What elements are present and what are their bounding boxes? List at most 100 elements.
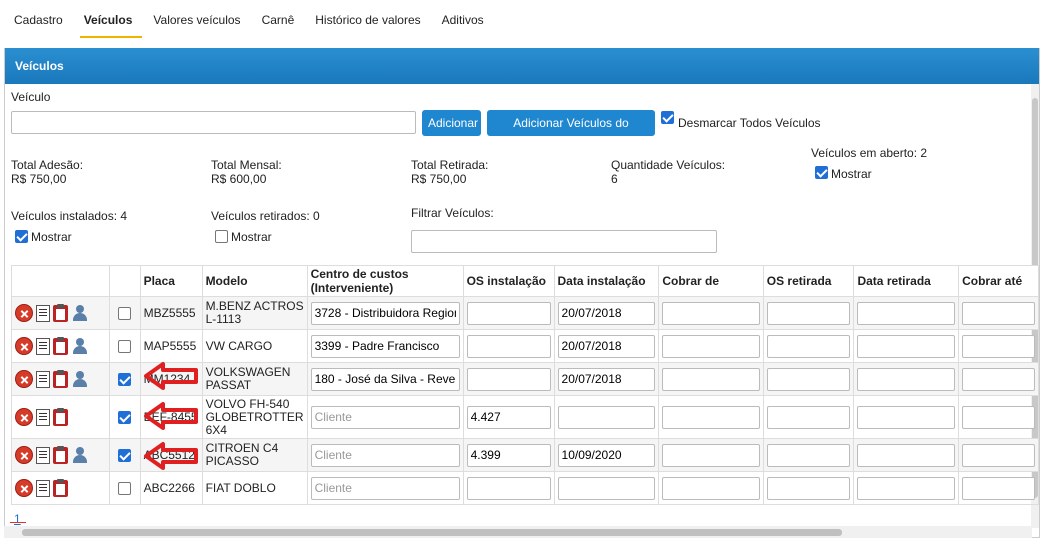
delete-icon[interactable] bbox=[15, 408, 33, 426]
cobrar-de-input[interactable] bbox=[662, 334, 760, 358]
tab-aditivos[interactable]: Aditivos bbox=[434, 0, 492, 40]
data-instalacao-input[interactable] bbox=[557, 405, 656, 429]
list-icon[interactable] bbox=[36, 408, 50, 426]
list-icon[interactable] bbox=[36, 304, 50, 322]
add-client-vehicles-button[interactable]: Adicionar Veículos do Cliente bbox=[487, 110, 655, 156]
centro-custos-input[interactable] bbox=[310, 367, 460, 391]
data-instalacao-input[interactable] bbox=[557, 443, 656, 467]
centro-custos-input[interactable] bbox=[310, 405, 460, 429]
row-checkbox[interactable] bbox=[118, 448, 132, 462]
user-icon[interactable] bbox=[71, 305, 89, 321]
veiculo-label: Veículo bbox=[11, 90, 51, 104]
delete-icon[interactable] bbox=[15, 370, 33, 388]
data-instalacao-input[interactable] bbox=[557, 476, 656, 500]
list-icon[interactable] bbox=[36, 370, 50, 388]
user-icon[interactable] bbox=[71, 447, 89, 463]
os-instalacao-cell bbox=[462, 471, 555, 505]
user-icon[interactable] bbox=[71, 338, 89, 354]
page-link-1[interactable]: 1 bbox=[14, 512, 21, 526]
list-icon[interactable] bbox=[36, 337, 50, 355]
clipboard-icon[interactable] bbox=[53, 407, 68, 426]
data-retirada-input[interactable] bbox=[857, 301, 956, 325]
tab-carne[interactable]: Carnê bbox=[254, 0, 303, 40]
uncheck-all-checkbox[interactable] bbox=[661, 110, 674, 125]
clipboard-icon[interactable] bbox=[53, 445, 68, 464]
horizontal-scrollbar[interactable] bbox=[4, 526, 1032, 538]
clipboard-icon[interactable] bbox=[53, 369, 68, 388]
delete-icon[interactable] bbox=[15, 479, 33, 497]
data-instalacao-input[interactable] bbox=[557, 301, 656, 325]
instalados-mostrar-checkbox[interactable] bbox=[15, 229, 28, 244]
os-instalacao-input[interactable] bbox=[466, 334, 551, 358]
os-instalacao-cell bbox=[462, 395, 555, 439]
centro-custos-input[interactable] bbox=[310, 334, 460, 358]
os-instalacao-input[interactable] bbox=[466, 443, 551, 467]
em-aberto-mostrar-checkbox[interactable] bbox=[815, 165, 828, 180]
os-retirada-input[interactable] bbox=[766, 301, 851, 325]
list-icon[interactable] bbox=[36, 479, 50, 497]
tab-valores-veiculos[interactable]: Valores veículos bbox=[145, 0, 248, 40]
retirados-mostrar-checkbox[interactable] bbox=[215, 229, 228, 244]
cobrar-de-cell bbox=[658, 296, 764, 330]
tab-historico-valores[interactable]: Histórico de valores bbox=[307, 0, 428, 40]
data-retirada-input[interactable] bbox=[857, 367, 956, 391]
row-checkbox[interactable] bbox=[118, 372, 132, 386]
cobrar-de-input[interactable] bbox=[662, 405, 760, 429]
os-retirada-input[interactable] bbox=[766, 334, 851, 358]
tab-cadastro[interactable]: Cadastro bbox=[6, 0, 71, 40]
veiculo-input[interactable] bbox=[11, 111, 416, 134]
row-checkbox[interactable] bbox=[118, 306, 132, 320]
os-instalacao-input[interactable] bbox=[466, 367, 551, 391]
cobrar-ate-input[interactable] bbox=[962, 476, 1035, 500]
os-retirada-input[interactable] bbox=[766, 405, 851, 429]
data-retirada-input[interactable] bbox=[857, 334, 956, 358]
tab-veiculos[interactable]: Veículos bbox=[76, 0, 143, 40]
instalados-mostrar-label: Mostrar bbox=[31, 230, 72, 244]
delete-icon[interactable] bbox=[15, 304, 33, 322]
data-instalacao-input[interactable] bbox=[557, 367, 656, 391]
row-checkbox[interactable] bbox=[118, 410, 132, 424]
data-retirada-input[interactable] bbox=[857, 443, 956, 467]
os-instalacao-input[interactable] bbox=[466, 476, 551, 500]
list-icon[interactable] bbox=[36, 446, 50, 464]
os-instalacao-input[interactable] bbox=[466, 405, 551, 429]
delete-icon[interactable] bbox=[15, 446, 33, 464]
os-retirada-input[interactable] bbox=[766, 476, 851, 500]
cobrar-ate-input[interactable] bbox=[962, 301, 1035, 325]
cobrar-de-input[interactable] bbox=[662, 367, 760, 391]
cobrar-ate-input[interactable] bbox=[962, 405, 1035, 429]
cobrar-de-input[interactable] bbox=[662, 476, 760, 500]
cobrar-ate-input[interactable] bbox=[962, 334, 1035, 358]
cobrar-de-input[interactable] bbox=[662, 301, 760, 325]
horizontal-scrollbar-thumb[interactable] bbox=[22, 529, 842, 536]
user-icon[interactable] bbox=[71, 371, 89, 387]
row-checkbox[interactable] bbox=[118, 481, 132, 495]
add-button[interactable]: Adicionar bbox=[422, 110, 481, 136]
cobrar-de-input[interactable] bbox=[662, 443, 760, 467]
retirados-label: Veículos retirados: 0 bbox=[211, 209, 320, 223]
col-cobrar-ate: Cobrar até bbox=[958, 265, 1039, 297]
cobrar-de-cell bbox=[658, 471, 764, 505]
os-instalacao-input[interactable] bbox=[466, 301, 551, 325]
page-indicator bbox=[10, 522, 26, 523]
cobrar-ate-input[interactable] bbox=[962, 367, 1035, 391]
row-checkbox[interactable] bbox=[118, 339, 132, 353]
clipboard-icon[interactable] bbox=[53, 478, 68, 497]
os-retirada-input[interactable] bbox=[766, 443, 851, 467]
table-row: ABC2266 FIAT DOBLO bbox=[11, 471, 1039, 505]
filtrar-input[interactable] bbox=[411, 230, 717, 253]
centro-custos-input[interactable] bbox=[310, 301, 460, 325]
clipboard-icon[interactable] bbox=[53, 336, 68, 355]
row-actions bbox=[11, 362, 110, 396]
row-select bbox=[108, 395, 141, 439]
data-instalacao-input[interactable] bbox=[557, 334, 656, 358]
delete-icon[interactable] bbox=[15, 337, 33, 355]
centro-custos-input[interactable] bbox=[310, 443, 460, 467]
os-retirada-input[interactable] bbox=[766, 367, 851, 391]
clipboard-icon[interactable] bbox=[53, 303, 68, 322]
data-retirada-input[interactable] bbox=[857, 405, 956, 429]
centro-custos-input[interactable] bbox=[310, 476, 460, 500]
cobrar-de-cell bbox=[658, 395, 764, 439]
cobrar-ate-input[interactable] bbox=[962, 443, 1035, 467]
data-retirada-input[interactable] bbox=[857, 476, 956, 500]
